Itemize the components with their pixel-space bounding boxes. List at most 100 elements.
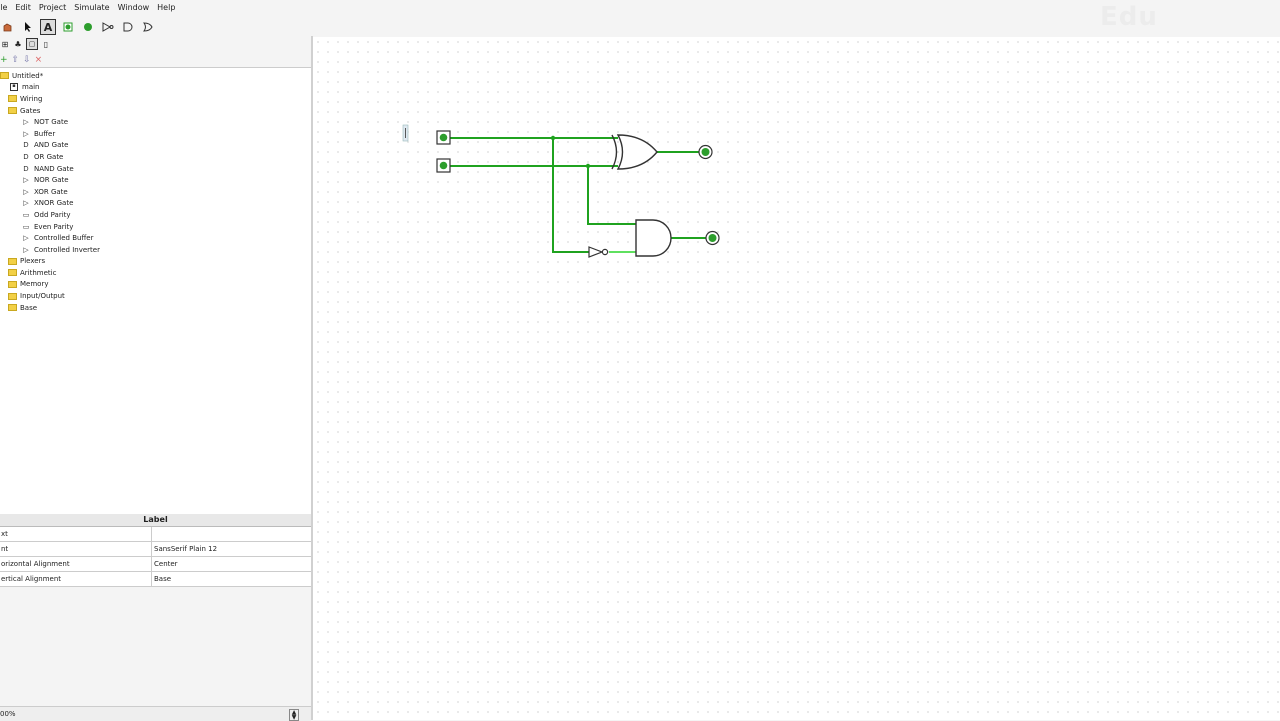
menu-help[interactable]: Help [153,0,179,16]
tree-folder-base[interactable]: Base [0,302,100,314]
tree-folder-input-output[interactable]: Input/Output [0,290,100,302]
attribute-row-text: xt [0,527,311,542]
tree-item-gate[interactable]: ▷ Controlled Inverter [0,244,100,256]
output-pin-carry[interactable] [705,230,720,246]
tree-item-gate[interactable]: ▷ XNOR Gate [0,198,100,210]
or-gate-tool-icon[interactable] [140,19,156,35]
tree-item-gate[interactable]: ▷ Buffer [0,128,100,140]
poke-tool-icon[interactable] [0,19,16,35]
input-pin-icon[interactable] [60,19,76,35]
toolbox-icon[interactable]: ⊞ [0,39,10,49]
tree-item-main[interactable]: ▪ main [0,82,100,94]
circuit-canvas[interactable] [313,37,1280,720]
tree-item-label: AND Gate [34,141,69,150]
tree-item-label: OR Gate [34,152,64,161]
tree-folder-memory[interactable]: Memory [0,279,100,291]
attribute-value-text[interactable] [152,527,311,541]
text-tool-icon[interactable]: A [40,19,56,35]
menu-window[interactable]: Window [114,0,154,16]
folder-icon [0,72,9,80]
tree-folder-gates[interactable]: Gates [0,105,100,117]
wire-junction [550,135,556,141]
tree-folder-arithmetic[interactable]: Arithmetic [0,267,100,279]
tree-item-gate[interactable]: ▭ Even Parity [0,221,100,233]
tree-item-gate[interactable]: ▷ NOR Gate [0,174,100,186]
attribute-value-valign[interactable]: Base [152,572,311,586]
move-up-icon[interactable]: ⇧ [12,55,20,65]
tree-item-label: NOT Gate [34,118,69,127]
tree-folder-label: Wiring [20,94,43,103]
odd-parity-icon: ▭ [22,210,30,219]
tree-folder-label: Input/Output [20,292,65,301]
output-pin-sum[interactable] [698,144,713,160]
tree-item-label: NAND Gate [34,164,74,173]
tree-item-gate[interactable]: D OR Gate [0,151,100,163]
tree-item-gate[interactable]: ▷ NOT Gate [0,116,100,128]
menu-bar: ile Edit Project Simulate Window Help [0,0,1280,16]
xnor-gate-icon: ▷ [23,199,29,208]
tree-item-gate[interactable]: D AND Gate [0,140,100,152]
tree-folder-label: Arithmetic [20,268,57,277]
xor-gate-icon: ▷ [23,187,29,196]
tree-item-label: Buffer [34,129,56,138]
attribute-row-font: nt SansSerif Plain 12 [0,542,311,557]
tree-item-label: XOR Gate [34,187,68,196]
circuit-icon: ▪ [10,83,18,92]
menu-file[interactable]: ile [0,0,11,16]
tree-folder-label: Base [20,303,38,312]
circuit-diagram [402,124,720,258]
tree-folder-plexers[interactable]: Plexers [0,256,100,268]
buffer-icon: ▷ [23,129,29,138]
tree-item-gate[interactable]: ▭ Odd Parity [0,209,100,221]
and-gate[interactable] [635,219,672,257]
layout-view-icon[interactable]: ▢ [26,38,38,50]
remove-circuit-icon[interactable]: × [35,55,43,65]
not-gate-tool-icon[interactable] [100,19,116,35]
and-gate-tool-icon[interactable] [120,19,136,35]
not-gate[interactable] [588,246,609,258]
xor-gate[interactable] [611,134,658,170]
tree-item-label: Odd Parity [34,210,71,219]
menu-edit[interactable]: Edit [11,0,35,16]
zoom-spinner-icon[interactable]: ▲ ▼ [289,709,299,721]
select-tool-icon[interactable] [20,19,36,35]
zoom-level: 00% [0,710,16,718]
input-pin-b[interactable] [436,158,451,173]
zoom-bar: 00% ▲ ▼ [0,706,311,721]
simulation-tree-icon[interactable]: ♣ [13,39,23,49]
tree-folder-wiring[interactable]: Wiring [0,93,100,105]
folder-icon [8,280,17,288]
output-pin-icon[interactable] [80,19,96,35]
add-circuit-icon[interactable]: + [0,55,8,65]
explorer-pane: Untitled* ▪ main Wiring Gates ▷ NOT Gate ▷… [0,67,311,515]
tree-item-gate[interactable]: ▷ Controlled Buffer [0,232,100,244]
tree-project[interactable]: Untitled* [0,70,100,82]
attribute-value-halign[interactable]: Center [152,557,311,571]
folder-icon [8,107,17,115]
nor-gate-icon: ▷ [23,176,29,185]
attribute-row-halign: orizontal Alignment Center [0,557,311,572]
attribute-value-font[interactable]: SansSerif Plain 12 [152,542,311,556]
tree-project-label: Untitled* [12,71,44,80]
menu-project[interactable]: Project [35,0,70,16]
tree-item-label: XNOR Gate [34,199,74,208]
attribute-key: xt [0,527,152,541]
appearance-view-icon[interactable]: ▯ [41,39,51,49]
attribute-key: ertical Alignment [0,572,152,586]
tree-item-gate[interactable]: ▷ XOR Gate [0,186,100,198]
watermark-logo: Edu [1100,2,1158,32]
nand-gate-icon: D [23,164,29,173]
wire-a-branch [552,138,589,253]
not-gate-icon: ▷ [23,118,29,127]
menu-simulate[interactable]: Simulate [70,0,113,16]
toolbar: A [0,17,300,37]
move-down-icon[interactable]: ⇩ [23,55,31,65]
tree-item-label: Controlled Buffer [34,234,94,243]
folder-icon [8,257,17,265]
attribute-row-valign: ertical Alignment Base [0,572,311,587]
tree-folder-label: Gates [20,106,41,115]
input-pin-a[interactable] [436,130,451,145]
text-cursor-icon [402,124,409,142]
tree-item-label: Even Parity [34,222,74,231]
tree-item-gate[interactable]: D NAND Gate [0,163,100,175]
